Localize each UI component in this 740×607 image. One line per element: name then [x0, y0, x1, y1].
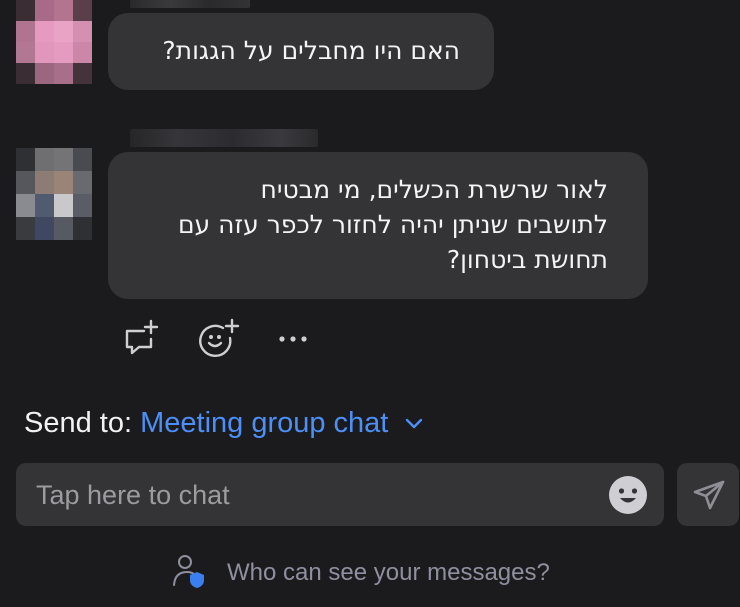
send-button[interactable] — [677, 463, 739, 526]
emoji-add-icon[interactable] — [198, 318, 240, 358]
message-text-line: תחושת ביטחון? — [446, 245, 608, 274]
reply-add-icon[interactable] — [121, 318, 161, 358]
message-text-line: לתושבים שניתן יהיה לחזור לכפר עזה עם — [177, 210, 608, 239]
chat-input-field[interactable]: Tap here to chat — [16, 463, 664, 526]
message-bubble[interactable]: לאור שרשרת הכשלים, מי מבטיח לתושבים שנית… — [108, 152, 648, 299]
send-to-label: Send to: — [24, 407, 133, 439]
sender-avatar-pixelated[interactable] — [16, 148, 92, 240]
message-text: האם היו מחבלים על הגגות? — [162, 36, 460, 65]
chevron-down-icon — [404, 403, 424, 439]
sender-avatar-pixelated[interactable] — [16, 0, 92, 84]
emoji-picker-icon[interactable] — [608, 475, 648, 515]
send-to-target: Meeting group chat — [140, 407, 389, 439]
send-arrow-icon — [693, 480, 725, 510]
person-shield-icon — [172, 553, 206, 589]
more-options-icon[interactable] — [274, 318, 314, 358]
sender-name-blurred — [130, 129, 318, 147]
sender-name-blurred — [130, 0, 250, 8]
send-to-row: Send to: Meeting group chat — [24, 405, 424, 441]
message-bubble[interactable]: האם היו מחבלים על הגגות? — [108, 13, 494, 90]
send-to-selector[interactable]: Meeting group chat — [140, 407, 424, 439]
message-text-line: לאור שרשרת הכשלים, מי מבטיח — [260, 175, 608, 204]
who-can-see-messages-text: Who can see your messages? — [227, 559, 550, 586]
chat-input-placeholder: Tap here to chat — [36, 480, 230, 510]
